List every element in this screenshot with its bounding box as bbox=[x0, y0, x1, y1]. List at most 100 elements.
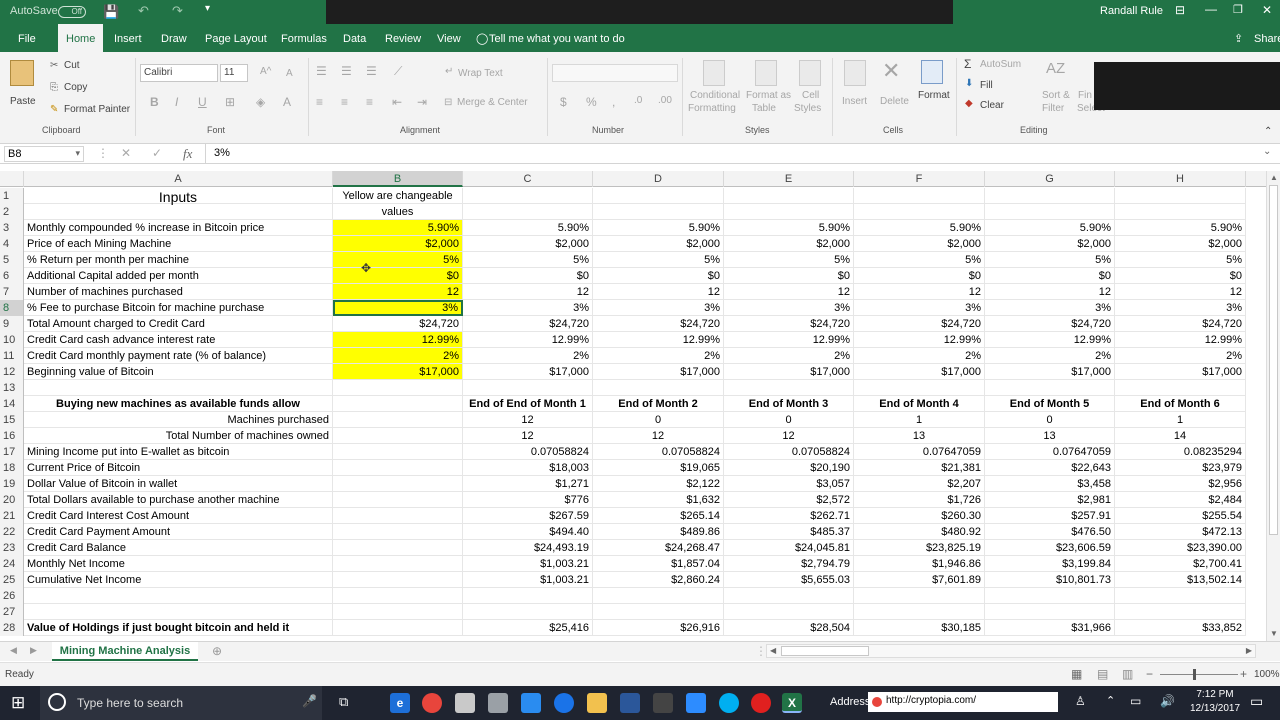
cell-g[interactable]: End of Month 5 bbox=[985, 396, 1115, 412]
cell-a[interactable] bbox=[24, 604, 333, 620]
conditional-formatting-label[interactable]: Conditional bbox=[690, 90, 740, 101]
cell-f[interactable]: 13 bbox=[854, 428, 985, 444]
cell-e[interactable]: 0.07058824 bbox=[724, 444, 854, 460]
cell-c[interactable]: $1,271 bbox=[463, 476, 593, 492]
show-hidden-icons[interactable]: ⌃ bbox=[1106, 694, 1115, 707]
volume-icon[interactable]: 🔊 bbox=[1160, 694, 1175, 708]
cell-b[interactable]: 5% bbox=[333, 252, 463, 268]
cell-d[interactable]: $265.14 bbox=[593, 508, 724, 524]
close-icon[interactable]: ✕ bbox=[1262, 3, 1272, 17]
cell-d[interactable]: $2,860.24 bbox=[593, 572, 724, 588]
merge-center-button[interactable]: Merge & Center bbox=[457, 97, 528, 108]
cell-e[interactable] bbox=[724, 588, 854, 604]
cell-b[interactable] bbox=[333, 604, 463, 620]
tab-draw[interactable]: Draw bbox=[161, 24, 187, 52]
row-header[interactable]: 9 bbox=[0, 316, 24, 332]
cell-e[interactable]: End of Month 3 bbox=[724, 396, 854, 412]
cell-a[interactable]: Credit Card cash advance interest rate bbox=[24, 332, 333, 348]
cell-d[interactable]: 5.90% bbox=[593, 220, 724, 236]
cell-d[interactable]: $24,268.47 bbox=[593, 540, 724, 556]
row-header[interactable]: 27 bbox=[0, 604, 24, 620]
cell-g[interactable]: 13 bbox=[985, 428, 1115, 444]
zoom-slider[interactable] bbox=[1160, 674, 1238, 675]
cell-b[interactable]: $2,000 bbox=[333, 236, 463, 252]
italic-icon[interactable]: I bbox=[175, 95, 178, 109]
expand-formula-bar-icon[interactable]: ⌄ bbox=[1263, 146, 1271, 157]
row-header[interactable]: 3 bbox=[0, 220, 24, 236]
insert-function-icon[interactable]: fx bbox=[183, 146, 192, 162]
cell-g[interactable]: 0 bbox=[985, 412, 1115, 428]
cell-a[interactable]: Number of machines purchased bbox=[24, 284, 333, 300]
cell-g[interactable] bbox=[985, 380, 1115, 396]
column-header-b[interactable]: B bbox=[333, 171, 463, 187]
cell-f[interactable]: $23,825.19 bbox=[854, 540, 985, 556]
cell-f[interactable]: 12 bbox=[854, 284, 985, 300]
cell-c[interactable]: $25,416 bbox=[463, 620, 593, 636]
cell-e[interactable]: $20,190 bbox=[724, 460, 854, 476]
undo-icon[interactable]: ↶ bbox=[138, 3, 149, 19]
cell-h[interactable]: 0.08235294 bbox=[1115, 444, 1246, 460]
cell-h[interactable]: End of Month 6 bbox=[1115, 396, 1246, 412]
cell-a[interactable]: Cumulative Net Income bbox=[24, 572, 333, 588]
formula-input[interactable]: 3% bbox=[214, 147, 230, 159]
row-header[interactable]: 13 bbox=[0, 380, 24, 396]
page-break-view-icon[interactable]: ▥ bbox=[1122, 667, 1133, 681]
cell-f[interactable]: 5% bbox=[854, 252, 985, 268]
cell-d[interactable]: $19,065 bbox=[593, 460, 724, 476]
cell-b[interactable] bbox=[333, 460, 463, 476]
cell-g[interactable]: $3,458 bbox=[985, 476, 1115, 492]
cell-d[interactable]: 3% bbox=[593, 300, 724, 316]
cell-a[interactable]: % Fee to purchase Bitcoin for machine pu… bbox=[24, 300, 333, 316]
tab-file[interactable]: File bbox=[18, 24, 36, 52]
cell-d[interactable]: $1,857.04 bbox=[593, 556, 724, 572]
cell-a[interactable]: Total Dollars available to purchase anot… bbox=[24, 492, 333, 508]
cell-a[interactable] bbox=[24, 380, 333, 396]
cell-f[interactable]: 12.99% bbox=[854, 332, 985, 348]
cell-e[interactable]: $2,572 bbox=[724, 492, 854, 508]
file-explorer-icon[interactable] bbox=[587, 693, 607, 713]
cell-f[interactable]: 0.07647059 bbox=[854, 444, 985, 460]
cell-h[interactable]: 1 bbox=[1115, 412, 1246, 428]
cell-c[interactable] bbox=[463, 380, 593, 396]
cell-h[interactable]: $23,979 bbox=[1115, 460, 1246, 476]
cell-e[interactable]: 5.90% bbox=[724, 220, 854, 236]
cell-b[interactable] bbox=[333, 476, 463, 492]
windows-start-icon[interactable]: ⊞ bbox=[11, 693, 25, 713]
tell-me-box[interactable]: Tell me what you want to do bbox=[489, 24, 625, 52]
font-name-box[interactable]: Calibri bbox=[140, 64, 218, 82]
paste-button[interactable]: Paste bbox=[10, 96, 36, 107]
cell-a[interactable]: Buying new machines as available funds a… bbox=[24, 396, 333, 412]
address-bar[interactable]: http://cryptopia.com/ bbox=[868, 692, 1058, 712]
page-layout-view-icon[interactable]: ▤ bbox=[1097, 667, 1108, 681]
cell-f[interactable]: $0 bbox=[854, 268, 985, 284]
cell-g[interactable]: $257.91 bbox=[985, 508, 1115, 524]
cell-h[interactable]: $2,484 bbox=[1115, 492, 1246, 508]
cell-c[interactable]: 2% bbox=[463, 348, 593, 364]
mail-icon[interactable] bbox=[455, 693, 475, 713]
cell-h[interactable]: $0 bbox=[1115, 268, 1246, 284]
cell-g[interactable]: 0.07647059 bbox=[985, 444, 1115, 460]
cell-a[interactable]: Credit Card Payment Amount bbox=[24, 524, 333, 540]
cell-b[interactable] bbox=[333, 428, 463, 444]
cell-a[interactable]: Credit Card Interest Cost Amount bbox=[24, 508, 333, 524]
scrollbar-thumb[interactable] bbox=[1269, 185, 1278, 535]
cell-a[interactable]: Price of each Mining Machine bbox=[24, 236, 333, 252]
column-header-e[interactable]: E bbox=[724, 171, 854, 187]
cell-b[interactable]: values bbox=[333, 204, 463, 220]
edge-icon[interactable]: e bbox=[390, 693, 410, 713]
row-header[interactable]: 17 bbox=[0, 444, 24, 460]
cell-c[interactable]: $1,003.21 bbox=[463, 572, 593, 588]
cell-a[interactable]: Current Price of Bitcoin bbox=[24, 460, 333, 476]
wrap-text-button[interactable]: Wrap Text bbox=[458, 68, 503, 79]
row-header[interactable]: 15 bbox=[0, 412, 24, 428]
zoom-out-icon[interactable]: − bbox=[1146, 667, 1153, 681]
vertical-scrollbar[interactable]: ▲ ▼ bbox=[1266, 171, 1280, 641]
cell-b[interactable] bbox=[333, 444, 463, 460]
cell-d[interactable] bbox=[593, 604, 724, 620]
currency-icon[interactable]: $ bbox=[560, 95, 567, 109]
person-icon[interactable]: ♙ bbox=[1075, 694, 1086, 708]
percent-icon[interactable]: % bbox=[586, 95, 597, 109]
cell-e[interactable] bbox=[724, 604, 854, 620]
comma-icon[interactable]: , bbox=[612, 95, 615, 109]
cell-e[interactable]: 0 bbox=[724, 412, 854, 428]
